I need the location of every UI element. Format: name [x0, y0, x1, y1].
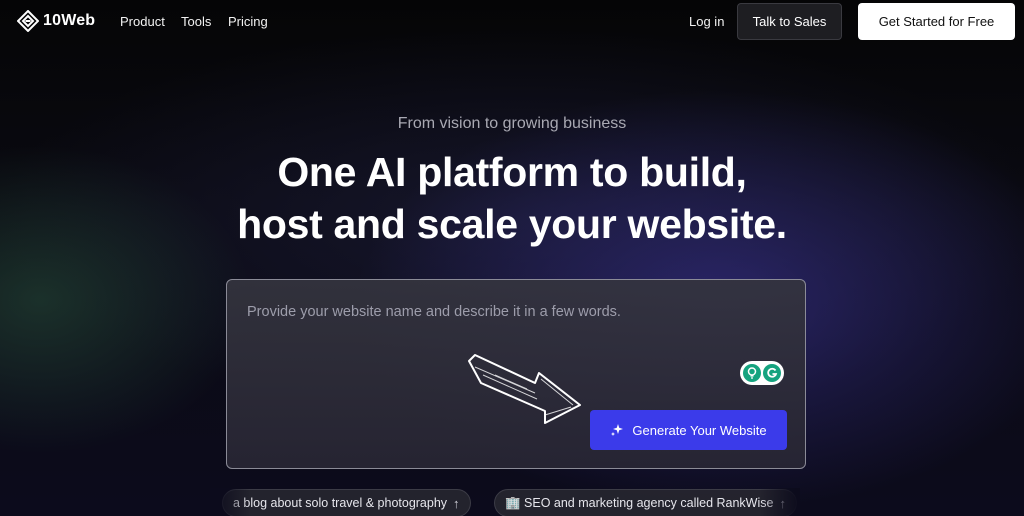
arrow-up-icon: ↑ [453, 495, 460, 511]
nav-link-product[interactable]: Product [120, 14, 165, 29]
generate-website-button[interactable]: Generate Your Website [590, 410, 787, 450]
grammarly-icon [763, 364, 781, 382]
nav-link-pricing[interactable]: Pricing [228, 14, 268, 29]
sparkle-icon [611, 424, 624, 436]
page: 10Web Product Tools Pricing Log in Talk … [0, 0, 1024, 516]
grammarly-widget[interactable] [740, 361, 784, 385]
headline-line-1: One AI platform to build, [277, 149, 747, 195]
login-link[interactable]: Log in [689, 14, 724, 29]
suggestion-chip[interactable]: a blog about solo travel & photography ↑ [222, 489, 471, 516]
headline-line-2: host and scale your website. [237, 201, 787, 247]
website-description-input[interactable]: Provide your website name and describe i… [226, 279, 806, 469]
prompt-placeholder: Provide your website name and describe i… [247, 304, 621, 320]
suggestion-chip[interactable]: 🏢 SEO and marketing agency called RankWi… [494, 489, 797, 516]
nav-link-tools[interactable]: Tools [181, 14, 211, 29]
lightbulb-icon [743, 364, 761, 382]
hero-eyebrow: From vision to growing business [397, 115, 627, 132]
suggestion-text: a blog about solo travel & photography [233, 496, 448, 510]
hero-headline: One AI platform to build, host and scale… [0, 146, 1024, 250]
suggestion-text: 🏢 SEO and marketing agency called RankWi… [505, 495, 774, 510]
logo-icon [17, 10, 39, 32]
top-nav: 10Web Product Tools Pricing Log in Talk … [0, 0, 1024, 44]
brand-logo[interactable]: 10Web [17, 10, 95, 32]
hand-drawn-arrow-icon [468, 354, 581, 424]
chip-fade-right [760, 488, 800, 516]
get-started-button[interactable]: Get Started for Free [858, 3, 1015, 40]
talk-to-sales-button[interactable]: Talk to Sales [737, 3, 842, 40]
brand-name: 10Web [43, 12, 96, 29]
generate-label: Generate Your Website [632, 422, 767, 438]
chip-fade-left [210, 488, 250, 516]
